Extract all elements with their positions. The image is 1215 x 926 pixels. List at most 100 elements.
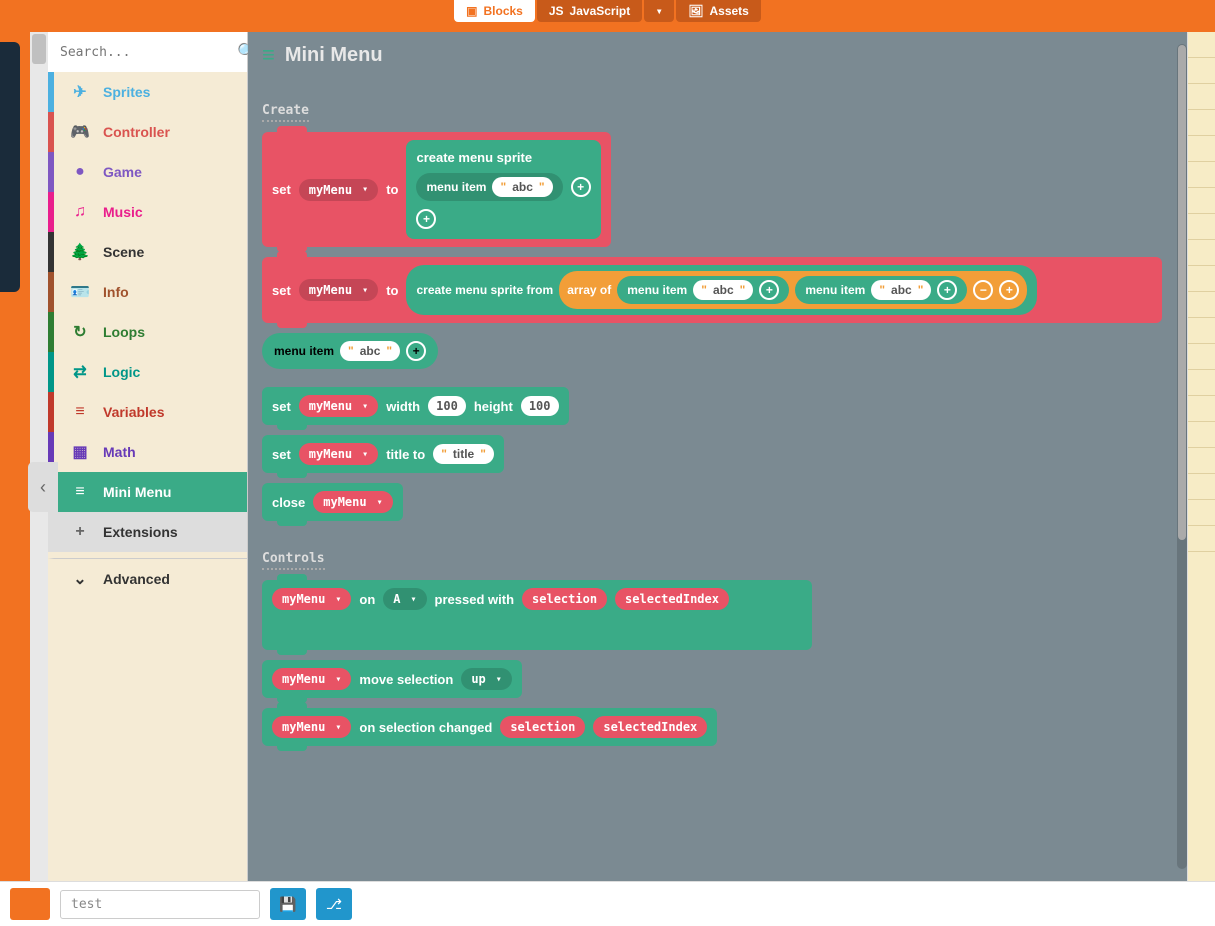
category-label: Sprites <box>103 84 150 100</box>
category-math[interactable]: ▦ Math <box>48 432 247 472</box>
var-dropdown[interactable]: myMenu <box>272 716 351 738</box>
category-sidebar: 🔍 ✈ Sprites 🎮 Controller ● Game ♫Music 🌲 Scene 🪪 I… <box>48 32 248 881</box>
category-label: Game <box>103 164 142 180</box>
category-icon: 🪪 <box>69 282 91 302</box>
block-on-pressed[interactable]: myMenuonApressed withselectionselectedIn… <box>262 580 812 650</box>
tab-blocks[interactable]: ▣Blocks <box>454 0 535 22</box>
category-controller[interactable]: 🎮 Controller <box>48 112 247 152</box>
category-label: Loops <box>103 324 145 340</box>
bottom-bar: test 💾 ⎇ <box>0 881 1215 926</box>
category-icon: ✈ <box>69 82 91 102</box>
main-area: ‹ 🔍 ✈ Sprites 🎮 Controller ● Game ♫Music 🌲 Scene… <box>0 32 1215 881</box>
var-dropdown[interactable]: myMenu <box>299 179 378 201</box>
category-info[interactable]: 🪪 Info <box>48 272 247 312</box>
menu-item-pill[interactable]: menu item "abc" <box>416 173 562 201</box>
param-selected-index[interactable]: selectedIndex <box>593 716 707 738</box>
param-selected-index[interactable]: selectedIndex <box>615 588 729 610</box>
save-button[interactable]: 💾 <box>270 888 306 920</box>
menu-icon: ≡ <box>262 42 275 68</box>
blocks-flyout: ≡Mini Menu Create set myMenu to create m… <box>248 32 1175 881</box>
plus-icon: + <box>406 341 426 361</box>
category-label: Logic <box>103 364 140 380</box>
block-set-dimensions[interactable]: setmyMenuwidth100height100 <box>262 387 569 425</box>
github-button[interactable]: ⎇ <box>316 888 352 920</box>
category-icon: ⇄ <box>69 362 91 382</box>
category-icon: ● <box>69 163 91 181</box>
category-icon: + <box>69 523 91 541</box>
search-input[interactable] <box>60 45 229 60</box>
param-selection[interactable]: selection <box>522 588 607 610</box>
tab-dropdown[interactable]: ▾ <box>644 0 674 22</box>
category-icon: 🎮 <box>69 122 91 142</box>
category-label: Math <box>103 444 136 460</box>
tab-javascript[interactable]: JSJavaScript <box>537 0 642 22</box>
plus-icon[interactable]: + <box>571 177 591 197</box>
docs-panel <box>1187 32 1215 881</box>
category-label: Scene <box>103 244 144 260</box>
category-mini-menu[interactable]: ≡ Mini Menu <box>48 472 247 512</box>
download-button[interactable] <box>10 888 50 920</box>
advanced-toggle[interactable]: ⌄Advanced <box>48 558 247 598</box>
category-icon: ≡ <box>69 483 91 501</box>
category-icon: ♫ <box>69 203 91 221</box>
blocks-canvas: ≡Mini Menu Create set myMenu to create m… <box>248 32 1215 881</box>
category-icon: ≡ <box>69 403 91 421</box>
category-icon: 🌲 <box>69 242 91 262</box>
category-label: Info <box>103 284 129 300</box>
plus-icon[interactable]: + <box>999 280 1019 300</box>
var-dropdown[interactable]: myMenu <box>299 279 378 301</box>
minus-icon[interactable]: − <box>973 280 993 300</box>
category-variables[interactable]: ≡ Variables <box>48 392 247 432</box>
flyout-heading: ≡Mini Menu <box>262 42 1161 68</box>
category-icon: ▦ <box>69 442 91 462</box>
dir-dropdown[interactable]: up <box>461 668 511 690</box>
assets-icon: 🖼 <box>688 4 703 18</box>
blocks-icon: ▣ <box>466 4 477 18</box>
category-loops[interactable]: ↻ Loops <box>48 312 247 352</box>
category-icon: ↻ <box>69 322 91 342</box>
var-dropdown[interactable]: myMenu <box>299 395 378 417</box>
block-move-selection[interactable]: myMenumove selectionup <box>262 660 522 698</box>
category-scene[interactable]: 🌲 Scene <box>48 232 247 272</box>
param-selection[interactable]: selection <box>500 716 585 738</box>
category-sprites[interactable]: ✈ Sprites <box>48 72 247 112</box>
block-menu-item[interactable]: menu item "abc" + <box>262 333 438 369</box>
sim-collapse-button[interactable]: ‹ <box>28 462 58 512</box>
chevron-down-icon: ⌄ <box>69 569 91 589</box>
block-on-selection-changed[interactable]: myMenuon selection changedselectionselec… <box>262 708 717 746</box>
category-logic[interactable]: ⇄ Logic <box>48 352 247 392</box>
button-dropdown[interactable]: A <box>383 588 426 610</box>
tab-assets[interactable]: 🖼Assets <box>676 0 761 22</box>
create-from-reporter[interactable]: create menu sprite from array of menu it… <box>406 265 1037 315</box>
project-name-input[interactable]: test <box>60 890 260 919</box>
block-set-menu-from-array[interactable]: set myMenu to create menu sprite from ar… <box>262 257 1162 323</box>
block-close[interactable]: closemyMenu <box>262 483 403 521</box>
section-controls: Controls <box>262 551 325 570</box>
block-set-title[interactable]: setmyMenutitle to"title" <box>262 435 504 473</box>
plus-icon: + <box>937 280 957 300</box>
top-tabs: ▣Blocks JSJavaScript ▾ 🖼Assets <box>0 0 1215 32</box>
category-label: Variables <box>103 404 165 420</box>
var-dropdown[interactable]: myMenu <box>313 491 392 513</box>
sim-screen <box>0 42 20 292</box>
section-create: Create <box>262 103 309 122</box>
block-set-menu-create[interactable]: set myMenu to create menu sprite menu it… <box>262 132 611 247</box>
create-menu-sprite-reporter[interactable]: create menu sprite menu item "abc"+ + <box>406 140 600 239</box>
search-bar: 🔍 <box>48 32 247 72</box>
sim-scrollbar[interactable] <box>30 32 48 881</box>
plus-icon[interactable]: + <box>416 209 436 229</box>
var-dropdown[interactable]: myMenu <box>299 443 378 465</box>
category-label: Extensions <box>103 524 178 540</box>
array-of-reporter[interactable]: array of menu item "abc" + menu item "ab… <box>559 271 1027 309</box>
var-dropdown[interactable]: myMenu <box>272 588 351 610</box>
js-icon: JS <box>549 4 564 18</box>
flyout-scrollbar[interactable] <box>1177 44 1187 869</box>
category-game[interactable]: ● Game <box>48 152 247 192</box>
plus-icon: + <box>759 280 779 300</box>
category-label: Controller <box>103 124 170 140</box>
var-dropdown[interactable]: myMenu <box>272 668 351 690</box>
category-extensions[interactable]: + Extensions <box>48 512 247 552</box>
simulator-strip: ‹ <box>0 32 48 881</box>
category-music[interactable]: ♫Music <box>48 192 247 232</box>
category-label: Mini Menu <box>103 484 171 500</box>
